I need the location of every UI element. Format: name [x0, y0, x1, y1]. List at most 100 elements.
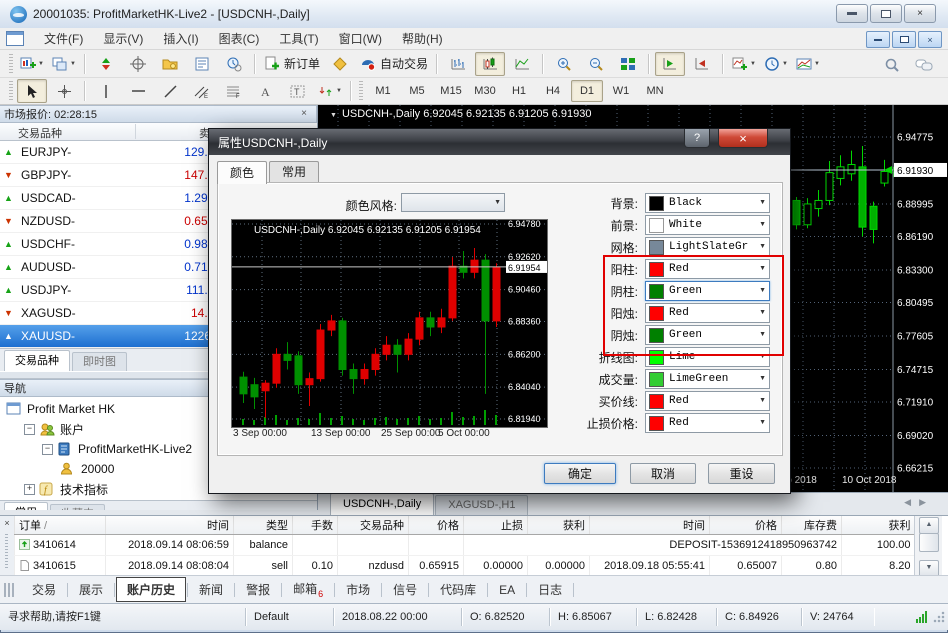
terminal-tab-警报[interactable]: 警报 [236, 578, 280, 601]
market-watch-tab-交易品种[interactable]: 交易品种 [4, 350, 70, 371]
templates-button[interactable]: ▼ [793, 52, 823, 76]
properties-dialog[interactable]: 属性USDCNH-,Daily ? × 颜色常用 颜色风格: ▼ 6.94780… [208, 128, 791, 494]
terminal-button[interactable] [187, 52, 217, 76]
text-button[interactable]: A [251, 79, 281, 103]
column-header-手数-3[interactable]: 手数 [293, 516, 338, 535]
text-label-button[interactable]: T [283, 79, 313, 103]
color-select-White[interactable]: White▼ [645, 215, 770, 235]
color-select-Red[interactable]: Red▼ [645, 391, 770, 411]
color-select-Red[interactable]: Red▼ [645, 259, 770, 279]
color-select-Red[interactable]: Red▼ [645, 413, 770, 433]
terminal-tab-代码库[interactable]: 代码库 [430, 578, 486, 601]
timeframe-H1[interactable]: H1 [503, 80, 535, 102]
dialog-help-button[interactable]: ? [684, 129, 710, 148]
terminal-tab-交易[interactable]: 交易 [22, 578, 66, 601]
column-header-时间-8[interactable]: 时间 [590, 516, 710, 535]
fibonacci-button[interactable]: F [219, 79, 249, 103]
timeframe-D1[interactable]: D1 [571, 80, 603, 102]
data-window-button[interactable] [123, 52, 153, 76]
terminal-tab-市场[interactable]: 市场 [336, 578, 380, 601]
cursor-button[interactable] [17, 79, 47, 103]
scroll-up-icon[interactable]: ▲ [919, 517, 939, 534]
chart-tab-XAGUSD-,H1[interactable]: XAGUSD-,H1 [435, 495, 528, 515]
color-select-Red[interactable]: Red▼ [645, 303, 770, 323]
navigator-button[interactable] [155, 52, 185, 76]
search-button[interactable] [877, 53, 907, 77]
color-select-LimeGreen[interactable]: LimeGreen▼ [645, 369, 770, 389]
timeframe-M5[interactable]: M5 [401, 80, 433, 102]
history-row-3410615[interactable]: 34106152018.09.14 08:08:04sell0.10nzdusd… [15, 556, 915, 576]
resize-grip[interactable] [933, 611, 945, 623]
collapse-icon[interactable]: − [24, 424, 35, 435]
indicators-button[interactable]: ▼ [729, 52, 759, 76]
bar-chart-button[interactable] [443, 52, 473, 76]
mdi-close-button[interactable]: × [918, 31, 942, 48]
terminal-tab-grip[interactable] [4, 583, 16, 597]
menu-item-工具(T)[interactable]: 工具(T) [269, 29, 328, 49]
menu-item-文件(F)[interactable]: 文件(F) [34, 29, 93, 49]
channel-button[interactable]: E [187, 79, 217, 103]
collapse-icon[interactable]: − [42, 444, 53, 455]
color-select-Green[interactable]: Green▼ [645, 325, 770, 345]
terminal-tab-信号[interactable]: 信号 [383, 578, 427, 601]
column-header-交易品种-4[interactable]: 交易品种 [338, 516, 409, 535]
timeframe-M15[interactable]: M15 [435, 80, 467, 102]
terminal-tab-账户历史[interactable]: 账户历史 [116, 577, 186, 602]
terminal-scrollbar[interactable]: ▲ ▼ [914, 516, 942, 575]
metaeditor-button[interactable] [325, 52, 355, 76]
color-select-LightSlateGr[interactable]: LightSlateGr▼ [645, 237, 770, 257]
zoom-out-button[interactable] [581, 52, 611, 76]
dialog-tab-颜色[interactable]: 颜色 [217, 161, 267, 184]
column-header-获利-7[interactable]: 获利 [528, 516, 590, 535]
ok-button[interactable]: 确定 [544, 463, 616, 484]
vertical-line-button[interactable] [91, 79, 121, 103]
menu-item-图表(C)[interactable]: 图表(C) [209, 29, 270, 49]
terminal-tab-新闻[interactable]: 新闻 [189, 578, 233, 601]
column-header-止损-6[interactable]: 止损 [464, 516, 528, 535]
column-header-价格-9[interactable]: 价格 [710, 516, 782, 535]
status-profile[interactable]: Default [246, 608, 334, 626]
table-header-row[interactable]: 订单 /时间类型手数交易品种价格止损获利时间价格库存费获利 [15, 516, 915, 535]
column-header-价格-5[interactable]: 价格 [409, 516, 464, 535]
tile-windows-button[interactable] [613, 52, 643, 76]
chart-tab-USDCNH-,Daily[interactable]: USDCNH-,Daily [330, 493, 434, 515]
periods-button[interactable]: ▼ [761, 52, 791, 76]
zoom-in-button[interactable] [549, 52, 579, 76]
market-watch-close-icon[interactable]: × [296, 107, 312, 122]
scroll-thumb[interactable] [919, 533, 939, 552]
terminal-grip[interactable] [5, 534, 8, 568]
mdi-minimize-button[interactable] [866, 31, 890, 48]
cancel-button[interactable]: 取消 [630, 463, 696, 484]
color-select-Green[interactable]: Green▼ [645, 281, 770, 301]
timeframe-MN[interactable]: MN [639, 80, 671, 102]
toolbar-grip[interactable] [9, 54, 13, 74]
reset-button[interactable]: 重设 [708, 463, 775, 484]
menu-item-插入(I)[interactable]: 插入(I) [153, 29, 208, 49]
terminal-close-icon[interactable]: × [1, 518, 13, 530]
autotrading-button[interactable]: 自动交易 [357, 52, 431, 76]
dialog-close-button[interactable]: × [718, 129, 768, 148]
arrows-button[interactable]: ▼ [315, 79, 345, 103]
column-header-库存费-10[interactable]: 库存费 [782, 516, 842, 535]
toolbar-grip[interactable] [9, 81, 13, 101]
scroll-down-icon[interactable]: ▼ [919, 560, 939, 575]
terminal-tab-EA[interactable]: EA [489, 580, 525, 600]
column-header-获利-11[interactable]: 获利 [842, 516, 915, 535]
column-header-订单-0[interactable]: 订单 / [15, 516, 106, 535]
terminal-tab-邮箱[interactable]: 邮箱6 [283, 577, 333, 602]
column-header-类型-2[interactable]: 类型 [234, 516, 293, 535]
new-chart-button[interactable]: ▼ [17, 52, 47, 76]
color-scheme-select[interactable]: ▼ [401, 193, 505, 212]
history-row-3410614[interactable]: 34106142018.09.14 08:06:59balanceDEPOSIT… [15, 535, 915, 556]
timeframe-W1[interactable]: W1 [605, 80, 637, 102]
menu-item-帮助(H)[interactable]: 帮助(H) [392, 29, 453, 49]
dialog-tab-常用[interactable]: 常用 [269, 161, 319, 182]
title-bar[interactable]: 20001035: ProfitMarketHK-Live2 - [USDCNH… [0, 0, 948, 28]
profiles-button[interactable]: ▼ [49, 52, 79, 76]
crosshair-button[interactable] [49, 79, 79, 103]
terminal-tab-展示[interactable]: 展示 [69, 578, 113, 601]
close-button[interactable]: × [904, 4, 936, 23]
chart-shift-button[interactable] [687, 52, 717, 76]
restore-button[interactable] [870, 4, 902, 23]
expand-icon[interactable]: + [24, 484, 35, 495]
